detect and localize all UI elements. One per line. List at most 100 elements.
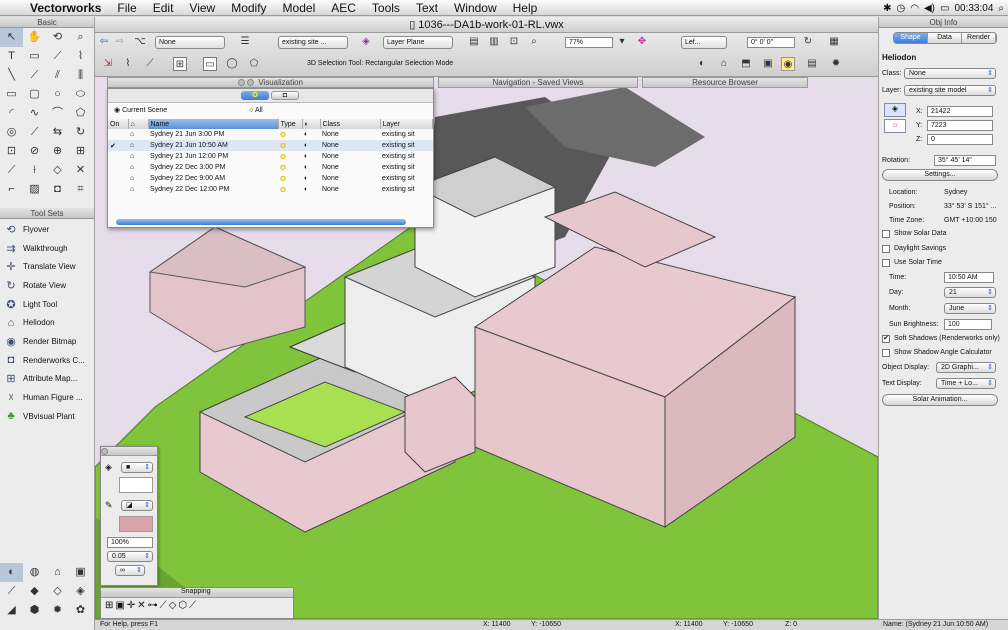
light-row[interactable]: ⌂ Sydney 21 Jun 3:00 PM ✪ ◐ None existing sit bbox=[108, 129, 433, 140]
detail-set-icon[interactable]: ⟋ bbox=[0, 582, 23, 601]
circle-tool-icon[interactable]: ○ bbox=[46, 85, 69, 104]
rect-marquee-icon[interactable]: ▭ bbox=[203, 57, 217, 71]
building-set-icon[interactable]: ⌂ bbox=[46, 563, 69, 582]
spiral-tool-icon[interactable]: ◎ bbox=[0, 123, 23, 142]
gear-set-icon[interactable]: ✹ bbox=[46, 601, 69, 620]
selection-mode-icon[interactable]: ⇲ bbox=[101, 57, 115, 71]
lights-tab-icon[interactable]: ✪ bbox=[241, 91, 269, 100]
fit-icon[interactable]: ⊡ bbox=[507, 35, 521, 49]
freehand-tool-icon[interactable]: ∿ bbox=[23, 104, 46, 123]
snap-angle-icon[interactable]: ✛ bbox=[127, 600, 135, 611]
line-weight-popup[interactable]: 0.05 bbox=[107, 551, 153, 562]
oval-tool-icon[interactable]: ⬭ bbox=[69, 85, 92, 104]
object-display-popup[interactable]: 2D Graphi... bbox=[936, 362, 996, 373]
volume-icon[interactable]: ◀) bbox=[924, 3, 935, 14]
battery-icon[interactable]: ▭ bbox=[940, 3, 949, 14]
position-anchor-icon[interactable]: ◈ bbox=[884, 103, 906, 117]
menu-clock[interactable]: 00:33:04 bbox=[954, 3, 993, 14]
class-popup[interactable]: None bbox=[904, 68, 996, 79]
text-tool-icon[interactable]: T bbox=[0, 47, 23, 66]
lasso-mode-icon[interactable]: ⌇ bbox=[121, 57, 135, 71]
col-shadow[interactable]: ◐ bbox=[302, 119, 321, 129]
polygon-tool-icon[interactable]: ⬠ bbox=[69, 104, 92, 123]
active-class-popup[interactable]: None bbox=[155, 36, 225, 49]
zoom-icon[interactable]: ⌕ bbox=[527, 35, 541, 49]
snapshot-icon[interactable]: ▣ bbox=[761, 57, 775, 71]
selection-tool-icon[interactable]: ↖ bbox=[0, 28, 23, 47]
col-icon[interactable]: ⌂ bbox=[128, 119, 149, 129]
standard-view-popup[interactable]: Lef... bbox=[681, 36, 727, 49]
zoom-field[interactable]: 77% bbox=[565, 37, 613, 48]
site-set-icon[interactable]: ◍ bbox=[23, 563, 46, 582]
opacity-field[interactable]: 100% bbox=[107, 537, 153, 548]
menu-model[interactable]: Model bbox=[275, 1, 324, 15]
tab-data[interactable]: Data bbox=[928, 33, 962, 43]
cameras-tab-icon[interactable]: ◘ bbox=[271, 91, 299, 100]
zoom-popup-icon[interactable]: ▾ bbox=[615, 35, 629, 49]
snap-intersection-icon[interactable]: ✕ bbox=[137, 600, 145, 611]
snap-object-icon[interactable]: ▣ bbox=[115, 600, 124, 611]
polyline-tool-icon[interactable]: ⌒ bbox=[46, 104, 69, 123]
chamfer-tool-icon[interactable]: ◇ bbox=[46, 161, 69, 180]
toolset-flyover[interactable]: ⟲ Flyover bbox=[0, 220, 94, 239]
bluetooth-icon[interactable]: ✱ bbox=[883, 3, 891, 14]
double-line-tool-icon[interactable]: ⫽ bbox=[46, 66, 69, 85]
reshape-tool-icon[interactable]: ⟋ bbox=[23, 123, 46, 142]
brightness-field[interactable]: 100 bbox=[944, 319, 992, 330]
menu-help[interactable]: Help bbox=[505, 1, 546, 15]
toolset-translate-view[interactable]: ✛ Translate View bbox=[0, 257, 94, 276]
close-icon[interactable] bbox=[101, 448, 108, 456]
furniture-set-icon[interactable]: ▣ bbox=[69, 563, 92, 582]
x-field[interactable]: 21422 bbox=[927, 106, 993, 117]
menu-app[interactable]: Vectorworks bbox=[22, 1, 109, 15]
menu-aec[interactable]: AEC bbox=[323, 1, 364, 15]
menu-file[interactable]: File bbox=[109, 1, 144, 15]
rotate-icon[interactable]: ↻ bbox=[801, 35, 815, 49]
light-row[interactable]: ⌂ Sydney 21 Jun 12:00 PM ✪ ◐ None existing si… bbox=[108, 151, 433, 162]
layer-options-icon[interactable]: ◈ bbox=[359, 35, 373, 49]
snap-point-icon[interactable]: ◇ bbox=[169, 600, 177, 611]
toolset-vbvisual-plant[interactable]: ♣ VBvisual Plant bbox=[0, 407, 94, 426]
offset-tool-icon[interactable]: ⊡ bbox=[0, 142, 23, 161]
eyedropper-tool-icon[interactable]: ⟋ bbox=[46, 47, 69, 66]
y-field[interactable]: 7223 bbox=[927, 120, 993, 131]
all-radio[interactable]: ○ All bbox=[249, 107, 263, 114]
landscape-set-icon[interactable]: ◈ bbox=[69, 582, 92, 601]
snap-tangent-icon[interactable]: ⟋ bbox=[160, 600, 167, 611]
loci-tool-icon[interactable]: ✕ bbox=[69, 161, 92, 180]
gear-icon[interactable]: ✹ bbox=[829, 57, 843, 71]
toolset-renderworks-camera[interactable]: ◘ Renderworks C... bbox=[0, 351, 94, 370]
toolset-heliodon[interactable]: ⌂ Heliodon bbox=[0, 313, 94, 332]
menu-modify[interactable]: Modify bbox=[223, 1, 274, 15]
light-icon[interactable]: ◉ bbox=[781, 57, 795, 71]
split-tool-icon[interactable]: ⊘ bbox=[23, 142, 46, 161]
light-row[interactable]: ⌂ Sydney 22 Dec 9:00 AM ✪ ◐ None existing sit bbox=[108, 173, 433, 184]
toolset-attribute-mapping[interactable]: ⊞ Attribute Map... bbox=[0, 370, 94, 389]
close-icon[interactable] bbox=[237, 79, 245, 87]
rotation-field[interactable]: 35° 45' 14" bbox=[934, 155, 996, 166]
month-popup[interactable]: June bbox=[944, 303, 996, 314]
forward-arrow-icon[interactable]: ⇨ bbox=[113, 35, 127, 49]
col-type[interactable]: Type bbox=[278, 119, 303, 129]
visualization-set-icon[interactable]: ◐ bbox=[0, 563, 23, 582]
angle-field[interactable]: 0° 0' 0" bbox=[747, 37, 795, 48]
snap-plane-icon[interactable]: ⬡ bbox=[178, 600, 187, 611]
render-set-icon[interactable]: ⬢ bbox=[23, 601, 46, 620]
time-field[interactable]: 10:50 AM bbox=[944, 272, 994, 283]
toolset-light-tool[interactable]: ✪ Light Tool bbox=[0, 295, 94, 314]
tape-tool-icon[interactable]: ⌗ bbox=[69, 180, 92, 199]
col-layer[interactable]: Layer bbox=[380, 119, 433, 129]
light-row[interactable]: ⌂ Sydney 22 Dec 3:00 PM ✪ ◐ None existing sit bbox=[108, 162, 433, 173]
view-cube-icon[interactable]: ⬒ bbox=[739, 57, 753, 71]
menu-window[interactable]: Window bbox=[446, 1, 505, 15]
resource-browser-tab[interactable]: Resource Browser bbox=[642, 77, 808, 88]
zoom-tool-icon[interactable]: ⌕ bbox=[69, 28, 92, 47]
layer-stack-icon[interactable]: ☰ bbox=[238, 35, 252, 49]
show-solar-checkbox[interactable] bbox=[882, 230, 890, 238]
menu-text[interactable]: Text bbox=[408, 1, 446, 15]
pen-style-popup[interactable]: ◪ bbox=[121, 500, 153, 511]
timemachine-icon[interactable]: ◷ bbox=[897, 3, 906, 14]
stake-tool-icon[interactable]: ⌐ bbox=[0, 180, 23, 199]
active-layer-popup[interactable]: existing site ... bbox=[278, 36, 348, 49]
dims-set-icon[interactable]: ◆ bbox=[23, 582, 46, 601]
